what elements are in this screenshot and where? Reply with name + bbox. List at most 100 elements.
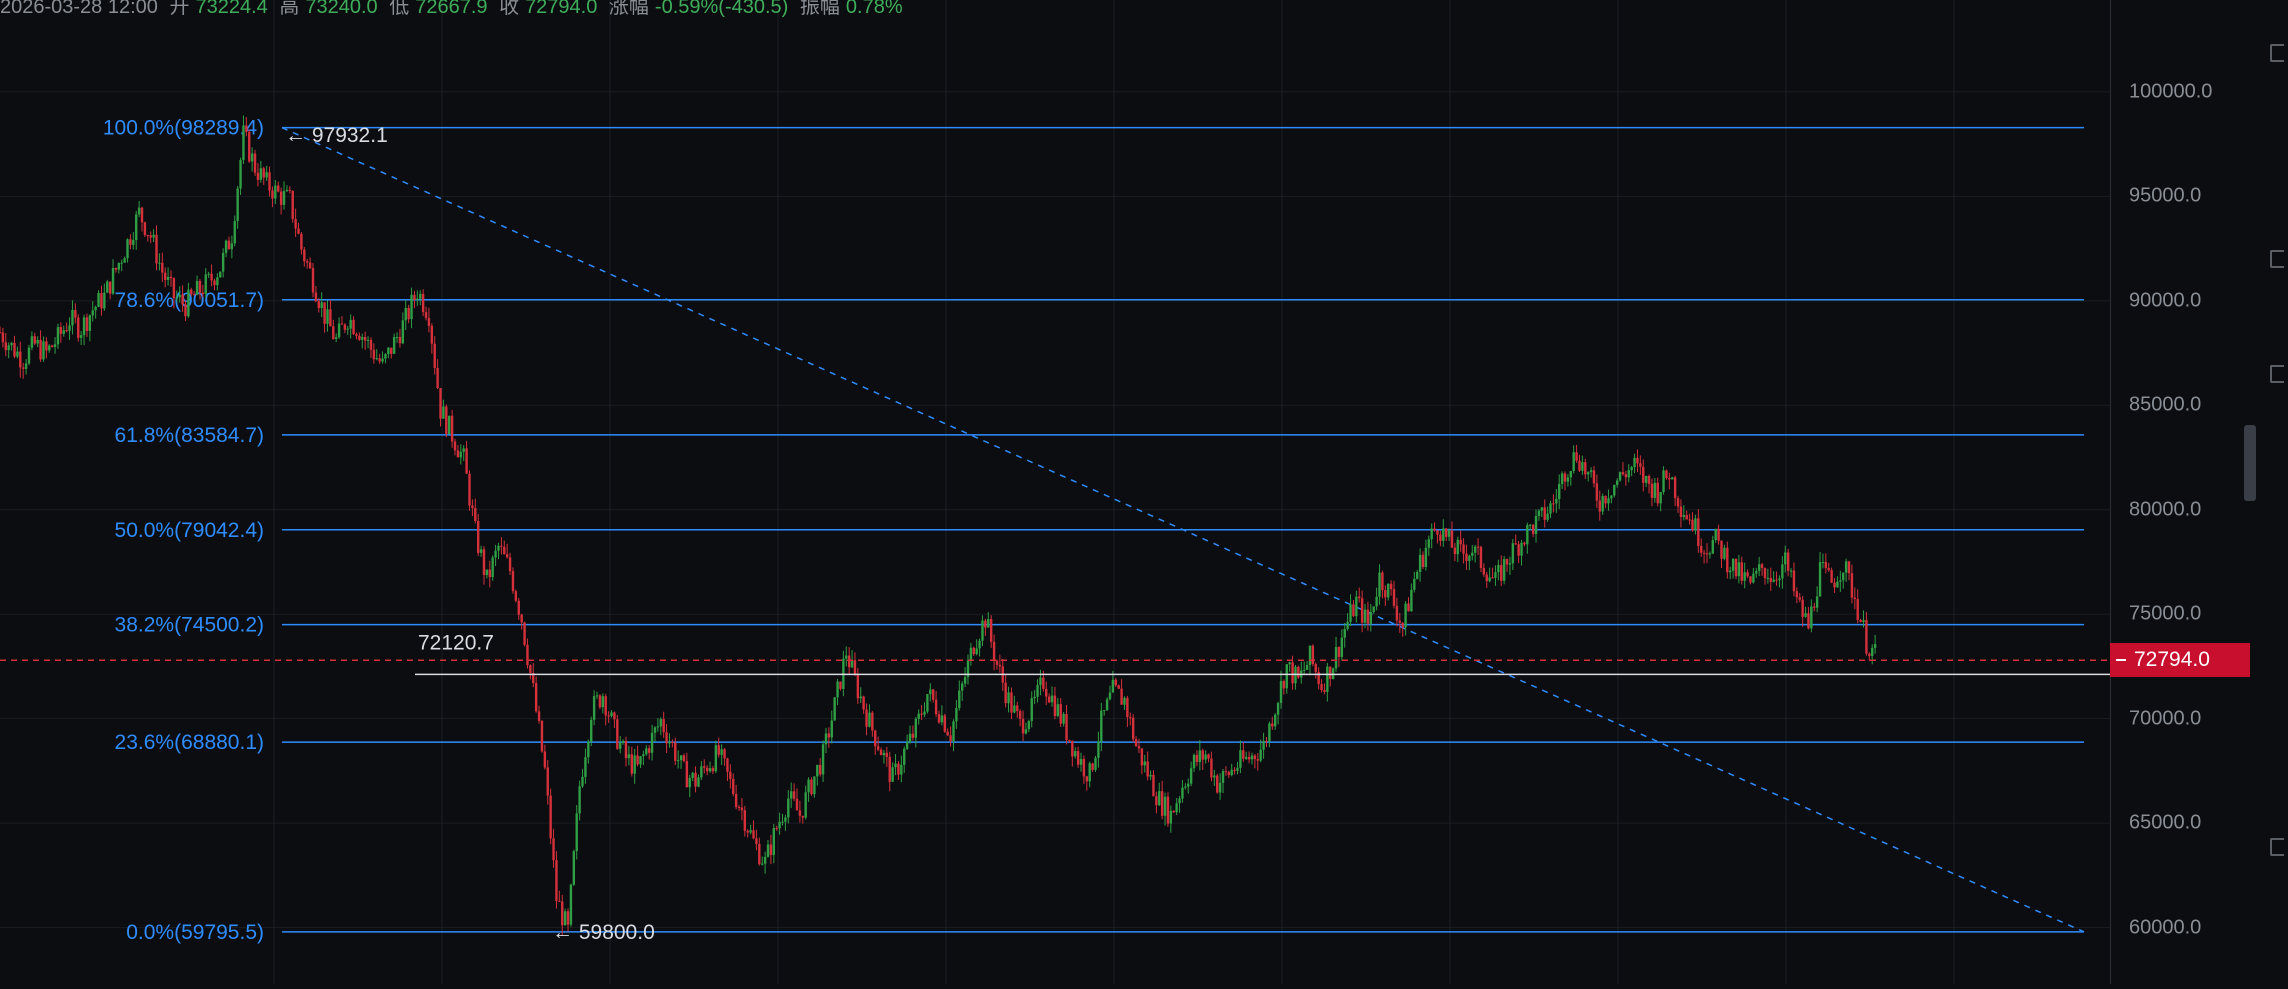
candle-body bbox=[1053, 695, 1057, 717]
candle-body bbox=[1662, 470, 1665, 493]
candle-body bbox=[960, 683, 964, 691]
candle-body bbox=[175, 297, 178, 299]
candle-body bbox=[1665, 470, 1668, 479]
candle-body bbox=[453, 441, 457, 451]
candle-body bbox=[227, 240, 231, 250]
candle-body bbox=[578, 786, 581, 814]
candle-body bbox=[534, 682, 538, 712]
candle-body bbox=[137, 207, 141, 215]
candle-body bbox=[277, 185, 280, 192]
candle-body bbox=[1844, 561, 1848, 573]
candle-body bbox=[372, 349, 376, 360]
candle-body bbox=[775, 828, 778, 830]
candle-body bbox=[343, 324, 347, 330]
candle-body bbox=[1004, 682, 1007, 704]
candle-body bbox=[891, 767, 894, 782]
candle-body bbox=[732, 778, 735, 794]
candle-body bbox=[308, 262, 312, 269]
candle-body bbox=[850, 660, 854, 668]
candle-body bbox=[158, 262, 161, 264]
candle-body bbox=[1175, 803, 1178, 813]
candle-body bbox=[929, 689, 932, 695]
candle-body bbox=[221, 253, 225, 272]
candle-body bbox=[358, 335, 361, 340]
candle-body bbox=[636, 755, 639, 765]
candle-body bbox=[1395, 605, 1399, 621]
candle-body bbox=[1865, 620, 1868, 654]
candle-body bbox=[482, 549, 486, 576]
candle-body bbox=[337, 323, 341, 338]
candle-body bbox=[1868, 653, 1871, 656]
candle-body bbox=[1146, 761, 1149, 777]
candle-body bbox=[943, 715, 946, 732]
candle-body bbox=[1285, 664, 1288, 689]
candle-body bbox=[250, 153, 254, 162]
candle-body bbox=[1163, 796, 1167, 816]
candle-body bbox=[1062, 713, 1065, 724]
chart-area[interactable]: 100.0%(98289.4)78.6%(90051.7)61.8%(83584… bbox=[0, 0, 2110, 984]
candle-body bbox=[978, 640, 981, 649]
side-panel-handle[interactable] bbox=[2244, 425, 2256, 501]
candle-body bbox=[1453, 547, 1457, 555]
candle-body bbox=[1543, 507, 1546, 520]
candle-body bbox=[1723, 547, 1726, 559]
candle-body bbox=[766, 844, 770, 857]
candle-body bbox=[934, 699, 938, 715]
candle-body bbox=[1398, 620, 1402, 623]
fibonacci-retracement[interactable]: 100.0%(98289.4)78.6%(90051.7)61.8%(83584… bbox=[103, 117, 2084, 944]
candle-body bbox=[56, 327, 60, 345]
toolbar-window-icon[interactable] bbox=[2270, 365, 2284, 383]
candle-body bbox=[1259, 749, 1262, 761]
candle-body bbox=[248, 131, 251, 162]
candle-body bbox=[792, 791, 796, 799]
candle-body bbox=[607, 715, 610, 717]
candle-body bbox=[740, 807, 744, 811]
candle-body bbox=[381, 358, 384, 362]
candle-body bbox=[1795, 591, 1799, 598]
candle-body bbox=[1766, 577, 1770, 579]
candle-body bbox=[520, 614, 523, 623]
candle-body bbox=[24, 363, 28, 369]
candle-body bbox=[833, 697, 836, 721]
candle-body bbox=[540, 720, 544, 752]
candle-body bbox=[1097, 741, 1100, 758]
candle-body bbox=[476, 521, 480, 553]
candle-body bbox=[1757, 564, 1761, 571]
candle-body bbox=[552, 838, 555, 861]
candle-body bbox=[749, 830, 752, 833]
info-high-label: 高 bbox=[279, 0, 300, 18]
toolbar-bracket-icon[interactable] bbox=[2270, 44, 2284, 62]
candle-body bbox=[1410, 589, 1413, 612]
candle-body bbox=[529, 665, 532, 673]
candle-body bbox=[871, 712, 874, 731]
candle-body bbox=[1534, 515, 1538, 534]
candlestick-chart[interactable]: 100.0%(98289.4)78.6%(90051.7)61.8%(83584… bbox=[0, 0, 2110, 984]
candle-body bbox=[1769, 577, 1772, 582]
price-axis[interactable]: 60000.0 65000.0 70000.0 75000.0 80000.0 85000… bbox=[2110, 0, 2261, 984]
toolbar-layout-icon[interactable] bbox=[2270, 838, 2284, 856]
candle-body bbox=[1462, 544, 1465, 554]
candle-body bbox=[1482, 567, 1486, 575]
candle-body bbox=[903, 748, 906, 765]
candle-body bbox=[839, 681, 842, 689]
candle-body bbox=[963, 677, 967, 684]
candle-body bbox=[879, 749, 883, 756]
candle-body bbox=[1236, 767, 1239, 771]
candle-body bbox=[662, 719, 665, 733]
fib-level-label: 38.2%(74500.2) bbox=[115, 614, 264, 637]
candle-body bbox=[1065, 713, 1068, 740]
candle-body bbox=[511, 571, 515, 592]
candle-body bbox=[152, 234, 155, 238]
candle-body bbox=[108, 281, 112, 294]
candle-body bbox=[1047, 696, 1051, 703]
candle-body bbox=[746, 830, 749, 833]
candle-body bbox=[624, 741, 628, 759]
candle-body bbox=[1473, 546, 1477, 553]
candle-body bbox=[1613, 484, 1616, 496]
candle-body bbox=[1149, 774, 1152, 777]
candle-body bbox=[340, 323, 344, 325]
candle-body bbox=[1697, 518, 1700, 546]
candle-body bbox=[1566, 477, 1570, 482]
toolbar-panel-icon[interactable] bbox=[2270, 250, 2284, 268]
candle-body bbox=[117, 263, 121, 270]
